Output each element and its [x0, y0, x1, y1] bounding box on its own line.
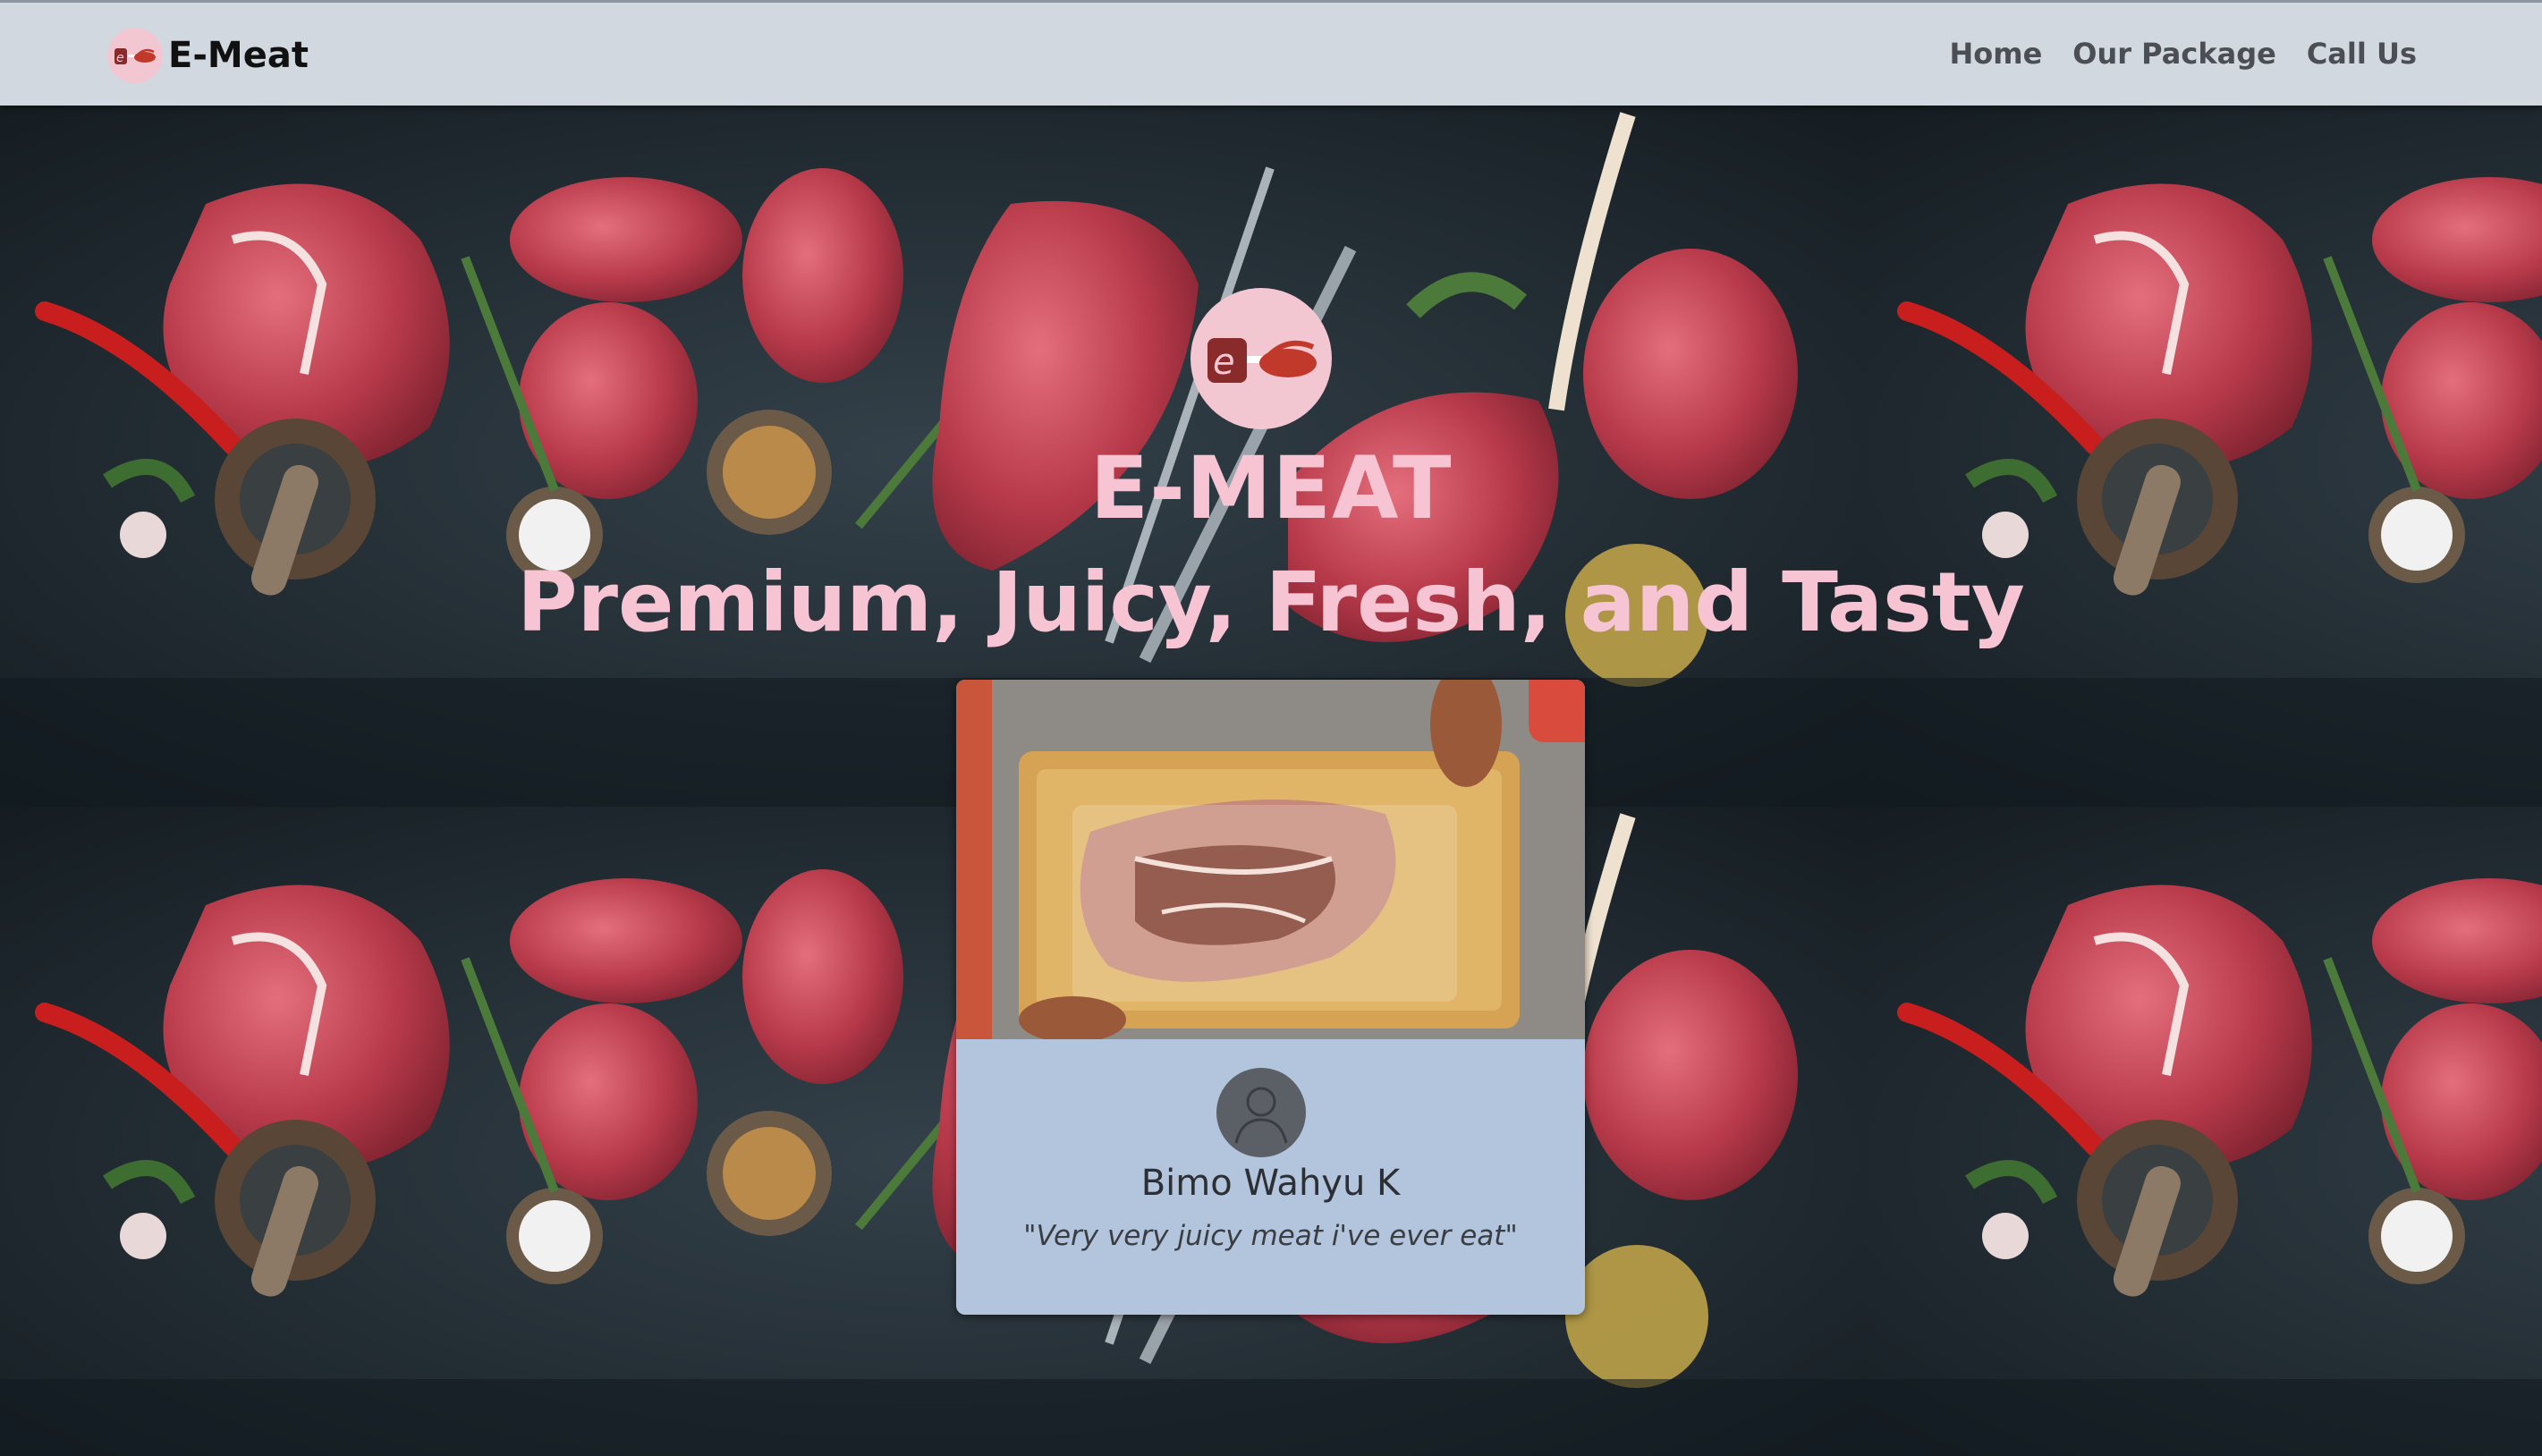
default-user-avatar-icon: [1216, 1068, 1306, 1157]
svg-text:e: e: [116, 51, 124, 65]
reviewer-name: Bimo Wahyu K: [1140, 1163, 1401, 1204]
svg-text:e: e: [1213, 342, 1235, 383]
navbar: e E-Meat Home Our Package Call Us: [0, 0, 2542, 106]
review-quote: "Very very juicy meat i've ever eat": [1023, 1220, 1518, 1252]
hero-title: E-MEAT: [1089, 438, 1453, 538]
nav-link-home[interactable]: Home: [1949, 37, 2042, 71]
e-meat-logo-icon: e: [107, 28, 163, 83]
brand-name: E-Meat: [168, 35, 309, 76]
background-photo-tile: [1862, 807, 2542, 1456]
nav-links: Home Our Package Call Us: [1949, 37, 2417, 71]
hero-tagline: Premium, Juicy, Fresh, and Tasty: [517, 554, 2025, 650]
testimonial-body: Bimo Wahyu K "Very very juicy meat i've …: [956, 1039, 1585, 1315]
testimonial-photo: [956, 680, 1585, 1039]
nav-link-our-package[interactable]: Our Package: [2072, 37, 2276, 71]
testimonial-card: Bimo Wahyu K "Very very juicy meat i've …: [956, 680, 1585, 1315]
nav-link-call-us[interactable]: Call Us: [2307, 37, 2417, 71]
e-meat-logo-icon: e: [1191, 288, 1332, 429]
brand[interactable]: e E-Meat: [107, 26, 309, 85]
